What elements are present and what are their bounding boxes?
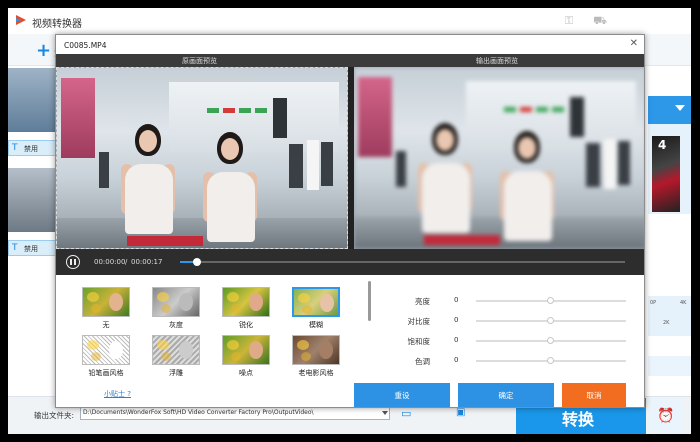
open-output-icon[interactable]: ▣ xyxy=(456,407,465,418)
effects-dialog: C0085.MP4 ✕ 原画面预览 输出画面预览 00:00:00 / 00:0… xyxy=(55,34,645,408)
reset-button[interactable]: 重设 xyxy=(354,383,450,407)
adjustment-slider[interactable] xyxy=(476,297,626,304)
original-preview-label: 原画面预览 xyxy=(182,57,217,65)
close-icon[interactable]: ✕ xyxy=(630,38,638,50)
subtitle-icon: T xyxy=(12,143,18,153)
profile-image-text: 4 xyxy=(658,138,667,152)
cart-icon[interactable]: ⛟ xyxy=(593,14,607,28)
adjustment-label: 对比度 xyxy=(407,317,431,326)
adjustment-slider[interactable] xyxy=(476,317,626,324)
time-separator: / xyxy=(125,258,128,266)
app-logo-icon xyxy=(16,15,26,25)
preview-header: 原画面预览 输出画面预览 xyxy=(56,54,644,67)
adjustment-row: 色调 0 xyxy=(386,353,636,369)
effects-grid: 无 灰度 锐化 模糊铅笔画风格 浮雕 噪点 老电影风格 xyxy=(74,287,374,387)
subtitle-label: 禁用 xyxy=(24,245,38,253)
video-frame xyxy=(354,67,644,249)
adjustment-slider-handle[interactable] xyxy=(547,337,554,344)
current-time: 00:00:00 xyxy=(94,258,126,266)
adjustment-slider-handle[interactable] xyxy=(547,297,554,304)
output-preview-label: 输出画面预览 xyxy=(476,57,518,65)
effect-label: 模糊 xyxy=(309,321,323,329)
format-dropdown[interactable] xyxy=(648,96,691,124)
seek-bar[interactable] xyxy=(180,258,625,266)
adjustment-label: 饱和度 xyxy=(407,337,431,346)
effect-thumbnail[interactable] xyxy=(82,335,130,365)
output-folder-dropdown-icon[interactable] xyxy=(382,411,388,415)
adjustment-slider[interactable] xyxy=(476,357,626,364)
subtitle-icon: T xyxy=(12,243,18,253)
adjustment-value: 0 xyxy=(454,296,459,304)
cancel-button[interactable]: 取消 xyxy=(562,383,626,407)
add-files-icon[interactable]: + xyxy=(36,40,51,61)
convert-label: 转换 xyxy=(562,410,595,429)
adjustment-row: 亮度 0 xyxy=(386,293,636,309)
format-preview-area: 4 xyxy=(648,124,691,214)
adjustment-label: 色调 xyxy=(415,357,430,366)
pause-button[interactable] xyxy=(66,255,80,269)
playback-controls: 00:00:00 / 00:00:17 xyxy=(56,249,644,275)
file-thumbnail[interactable] xyxy=(8,68,56,132)
effects-scrollbar[interactable] xyxy=(368,281,371,321)
total-time: 00:00:17 xyxy=(131,258,163,266)
effect-thumbnail[interactable] xyxy=(292,287,340,317)
seek-bar-progress xyxy=(180,261,194,263)
seek-bar-handle[interactable] xyxy=(193,258,202,266)
dialog-title: C0085.MP4 xyxy=(64,41,107,50)
quality-slider-area[interactable]: 0P 4K 2K xyxy=(648,296,691,336)
effect-label: 无 xyxy=(102,321,110,329)
file-thumbnail[interactable] xyxy=(8,168,56,232)
dropdown-arrow-icon xyxy=(675,105,685,111)
scale-mid-label: 2K xyxy=(663,320,670,326)
effect-thumbnail[interactable] xyxy=(222,287,270,317)
video-frame xyxy=(57,68,347,248)
adjustment-value: 0 xyxy=(454,316,459,324)
adjustment-label: 亮度 xyxy=(415,297,430,306)
original-preview-video[interactable] xyxy=(56,67,348,249)
output-preview-video[interactable] xyxy=(354,67,644,249)
adjustment-slider[interactable] xyxy=(476,337,626,344)
effect-label: 老电影风格 xyxy=(298,369,334,377)
format-profile-image[interactable]: 4 xyxy=(652,136,680,212)
effect-thumbnail[interactable] xyxy=(82,287,130,317)
alarm-clock-icon: ⏰ xyxy=(657,408,675,424)
effect-label: 灰度 xyxy=(169,321,183,329)
effect-thumbnail[interactable] xyxy=(152,335,200,365)
effect-thumbnail[interactable] xyxy=(292,335,340,365)
adjustment-row: 饱和度 0 xyxy=(386,333,636,349)
output-folder-path: D:\Documents\WonderFox Soft\HD Video Con… xyxy=(83,409,314,416)
effect-thumbnail[interactable] xyxy=(152,287,200,317)
adjustment-slider-handle[interactable] xyxy=(547,357,554,364)
app-title-bar: 视频转换器 ⚿ ⛟ xyxy=(8,8,691,34)
pause-icon xyxy=(70,259,72,265)
effect-label: 锐化 xyxy=(239,321,253,329)
effect-label: 铅笔画风格 xyxy=(88,369,124,377)
output-format-panel: 4 0P 4K 2K xyxy=(648,96,691,346)
adjustment-slider-handle[interactable] xyxy=(547,317,554,324)
alarm-clock-button[interactable]: ⏰ xyxy=(649,398,683,434)
adjustment-value: 0 xyxy=(454,336,459,344)
subtitle-label: 禁用 xyxy=(24,145,38,153)
adjustment-panel: 亮度 0 对比度 0 饱和度 0 色调 0 xyxy=(386,293,644,383)
browse-folder-icon[interactable]: ▭ xyxy=(401,407,411,420)
output-folder-label: 输出文件夹: xyxy=(34,411,75,420)
scale-right-label: 4K xyxy=(680,300,687,306)
subtitle-selector[interactable]: T 禁用 xyxy=(8,240,56,256)
effect-thumbnail[interactable] xyxy=(222,335,270,365)
app-title: 视频转换器 xyxy=(32,19,82,30)
key-icon[interactable]: ⚿ xyxy=(562,14,576,28)
effect-label: 噪点 xyxy=(239,369,253,377)
effect-label: 浮雕 xyxy=(169,369,183,377)
adjustment-value: 0 xyxy=(454,356,459,364)
tips-link[interactable]: 小贴士 ? xyxy=(104,389,131,399)
subtitle-selector[interactable]: T 禁用 xyxy=(8,140,56,156)
adjustment-row: 对比度 0 xyxy=(386,313,636,329)
settings-row[interactable] xyxy=(648,356,691,376)
scale-left-label: 0P xyxy=(650,300,657,306)
ok-button[interactable]: 确定 xyxy=(458,383,554,407)
